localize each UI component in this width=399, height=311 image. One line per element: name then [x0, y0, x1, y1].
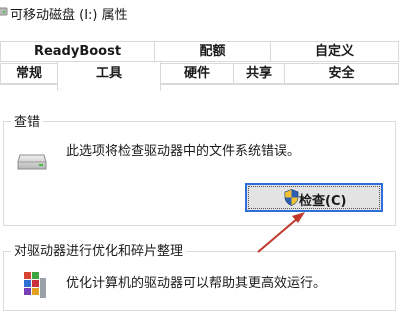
window-title: 可移动磁盘 (I:) 属性	[10, 8, 128, 23]
tab-label: 安全	[328, 66, 355, 81]
tab-quota[interactable]: 配额	[154, 41, 271, 62]
tab-hardware[interactable]: 硬件	[160, 63, 234, 84]
defrag-icon	[24, 272, 46, 298]
tab-general[interactable]: 常规	[0, 63, 58, 84]
tab-label: 工具	[95, 66, 122, 81]
tab-label: 共享	[245, 66, 272, 81]
check-button-label: 检查(C)	[299, 194, 347, 209]
optimize-title: 对驱动器进行优化和碎片整理	[11, 240, 187, 259]
tab-readyboost[interactable]: ReadyBoost	[0, 41, 155, 62]
tab-customize[interactable]: 自定义	[270, 41, 399, 62]
title-bar: 可移动磁盘 (I:) 属性	[0, 0, 399, 26]
tab-label: 配额	[199, 44, 226, 59]
drive-icon	[17, 154, 47, 170]
drive-title-icon	[0, 7, 8, 16]
optimize-description: 优化计算机的驱动器可以帮助其更高效运行。	[66, 276, 327, 291]
tab-label: 硬件	[183, 66, 210, 81]
tab-label: ReadyBoost	[33, 44, 122, 59]
check-button[interactable]: 检查(C)	[245, 183, 383, 212]
tab-security[interactable]: 安全	[284, 63, 399, 84]
error-checking-title: 查错	[11, 111, 44, 130]
error-checking-description: 此选项将检查驱动器中的文件系统错误。	[66, 144, 301, 159]
tab-tools[interactable]: 工具	[57, 61, 161, 91]
tab-label: 自定义	[314, 44, 354, 59]
uac-shield-icon	[284, 189, 299, 206]
tab-label: 常规	[15, 66, 42, 81]
tab-sharing[interactable]: 共享	[233, 63, 285, 84]
